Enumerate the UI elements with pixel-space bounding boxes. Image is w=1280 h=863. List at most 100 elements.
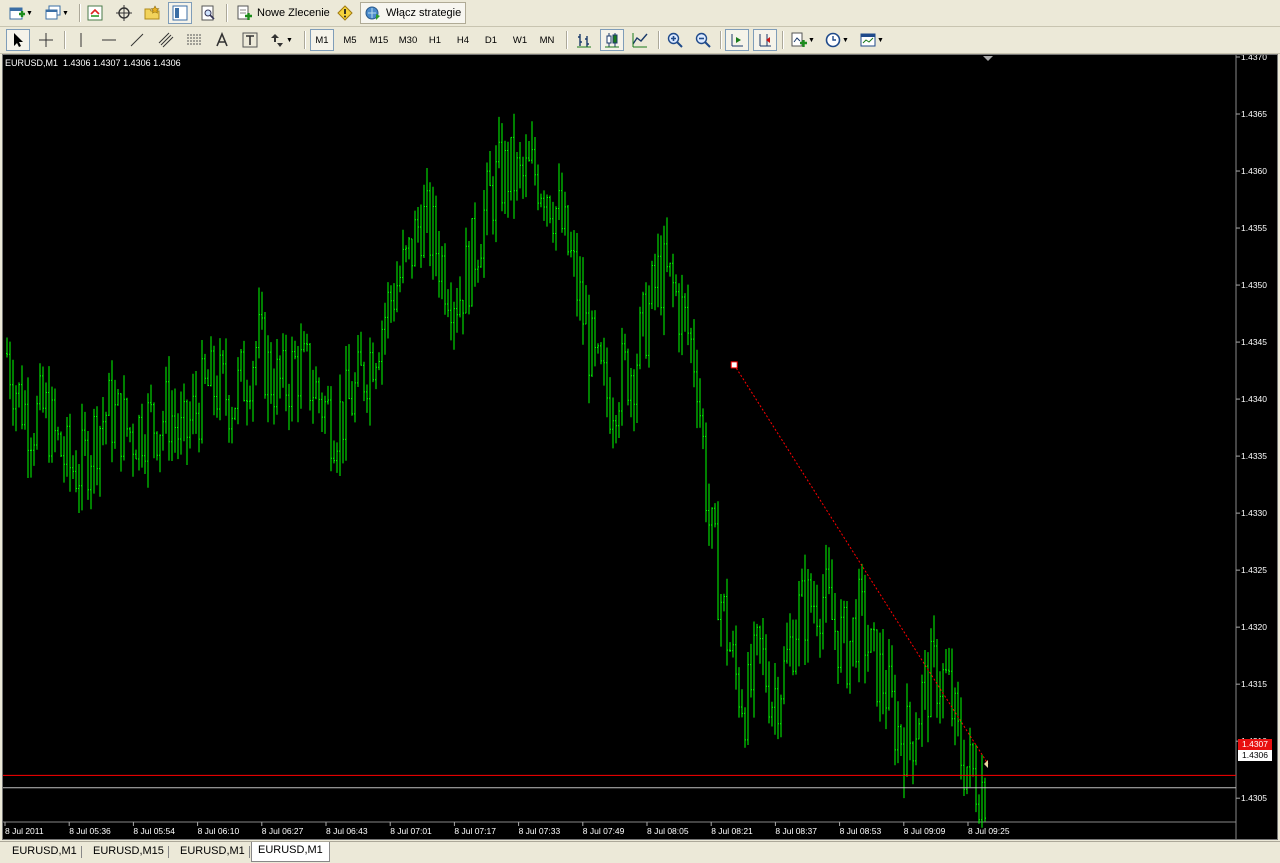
arrows-tool-button[interactable]: ▼: [266, 29, 296, 51]
separator: [658, 31, 660, 49]
channel-tool-button[interactable]: [154, 29, 178, 51]
indicators-button[interactable]: ▼: [788, 29, 818, 51]
timeframe-h1-button[interactable]: H1: [423, 29, 447, 51]
candlestick-chart-button[interactable]: [600, 29, 624, 51]
chart-tab-active[interactable]: EURUSD,M1: [251, 842, 330, 862]
bid-price-tag: 1.4307: [1238, 739, 1272, 750]
chart-tab[interactable]: EURUSD,M15: [87, 843, 170, 860]
ohlc-bar: [741, 689, 743, 718]
enable-strategies-button[interactable]: Włącz strategie: [360, 2, 466, 24]
ohlc-bar: [159, 434, 161, 473]
ohlc-bar: [93, 408, 95, 494]
ohlc-bar: [408, 237, 410, 260]
new-chart-button[interactable]: ▼: [4, 2, 38, 24]
x-tick-label: 8 Jul 08:05: [647, 826, 689, 836]
timeframe-m5-button[interactable]: M5: [338, 29, 362, 51]
navigator-button[interactable]: [140, 2, 164, 24]
text-label-tool-button[interactable]: [238, 29, 262, 51]
ohlc-bar: [240, 349, 242, 382]
periods-button[interactable]: ▼: [822, 29, 852, 51]
ohlc-bar: [750, 643, 752, 698]
ohlc-bar: [27, 377, 29, 478]
market-watch-button[interactable]: [84, 2, 106, 24]
ask-price-tag: 1.4306: [1238, 750, 1272, 761]
ohlc-bar: [75, 450, 77, 493]
y-tick-label: 1.4365: [1241, 109, 1267, 119]
zoom-out-button[interactable]: [691, 29, 715, 51]
ohlc-bar: [966, 766, 968, 795]
ohlc-bar: [462, 299, 464, 335]
ohlc-bar: [783, 646, 785, 705]
ohlc-bar: [948, 647, 950, 675]
ohlc-bar: [285, 334, 287, 412]
fibonacci-tool-button[interactable]: [182, 29, 206, 51]
strategy-tester-button[interactable]: [196, 2, 220, 24]
zoom-in-button[interactable]: [663, 29, 687, 51]
new-chart-icon: [9, 5, 26, 21]
ohlc-bar: [279, 355, 281, 399]
ohlc-bar: [261, 291, 263, 330]
chart-window[interactable]: 1.4370 1.4365 1.4360 1.4355 1.4350 1.4345 1.43…: [2, 54, 1278, 840]
ohlc-bar: [837, 630, 839, 684]
new-order-button[interactable]: Nowe Zlecenie: [232, 2, 330, 24]
ohlc-bar: [81, 403, 83, 511]
price-chart[interactable]: 1.4370 1.4365 1.4360 1.4355 1.4350 1.4345 1.43…: [3, 55, 1277, 839]
ohlc-bar: [180, 391, 182, 455]
ohlc-bar: [567, 205, 569, 256]
x-tick-label: 8 Jul 06:10: [198, 826, 240, 836]
ohlc-bar: [744, 707, 746, 748]
ohlc-bar: [276, 339, 278, 415]
expert-advisors-info-button[interactable]: [334, 2, 356, 24]
timeframe-m1-button[interactable]: M1: [310, 29, 334, 51]
chart-shift-button[interactable]: [753, 29, 777, 51]
ohlc-bar: [906, 683, 908, 777]
data-window-button[interactable]: [112, 2, 136, 24]
ohlc-bar: [810, 573, 812, 613]
ohlc-bar: [258, 287, 260, 359]
vertical-line-tool-button[interactable]: [70, 29, 92, 51]
ohlc-bar: [840, 599, 842, 673]
ohlc-bar: [708, 483, 710, 546]
chart-tab[interactable]: EURUSD,M1: [6, 843, 83, 860]
ohlc-bar: [696, 349, 698, 429]
ohlc-bar: [762, 618, 764, 676]
text-tool-button[interactable]: [210, 29, 234, 51]
auto-scroll-button[interactable]: [725, 29, 749, 51]
trendline-tool-button[interactable]: [126, 29, 148, 51]
ohlc-bar: [252, 360, 254, 422]
horizontal-line-tool-button[interactable]: [98, 29, 120, 51]
chart-tab[interactable]: EURUSD,M1: [174, 843, 251, 860]
ohlc-bar: [429, 182, 431, 267]
bar-chart-button[interactable]: [572, 29, 596, 51]
ohlc-bar: [405, 245, 407, 263]
y-tick-label: 1.4370: [1241, 55, 1267, 62]
ohlc-bar: [477, 259, 479, 283]
cursor-tool-button[interactable]: [6, 29, 30, 51]
ohlc-bar: [747, 652, 749, 745]
timeframe-h4-button[interactable]: H4: [451, 29, 475, 51]
terminal-button[interactable]: [168, 2, 192, 24]
ohlc-bar: [678, 283, 680, 353]
timeframe-d1-button[interactable]: D1: [479, 29, 503, 51]
crosshair-tool-button[interactable]: [34, 29, 58, 51]
ohlc-bar: [423, 184, 425, 258]
ohlc-bar: [186, 399, 188, 465]
ohlc-bar: [393, 283, 395, 322]
chart-tabs-bar: EURUSD,M1 EURUSD,M15 EURUSD,M1 EURUSD,M1: [0, 841, 1280, 863]
line-chart-button[interactable]: [628, 29, 652, 51]
templates-button[interactable]: ▼: [856, 29, 888, 51]
timeframe-w1-button[interactable]: W1: [507, 29, 533, 51]
timeframe-m15-button[interactable]: M15: [365, 29, 393, 51]
ohlc-bar: [555, 206, 557, 251]
ohlc-bar: [141, 403, 143, 468]
ohlc-bar: [153, 402, 155, 459]
ohlc-bar: [87, 431, 89, 500]
ohlc-bar: [972, 742, 974, 777]
profiles-button[interactable]: ▼: [40, 2, 74, 24]
timeframe-mn-button[interactable]: MN: [534, 29, 560, 51]
timeframe-m30-button[interactable]: M30: [394, 29, 422, 51]
ohlc-bar: [774, 663, 776, 735]
ohlc-bar: [819, 618, 821, 658]
ohlc-bar: [936, 639, 938, 718]
ohlc-bar: [225, 338, 227, 416]
